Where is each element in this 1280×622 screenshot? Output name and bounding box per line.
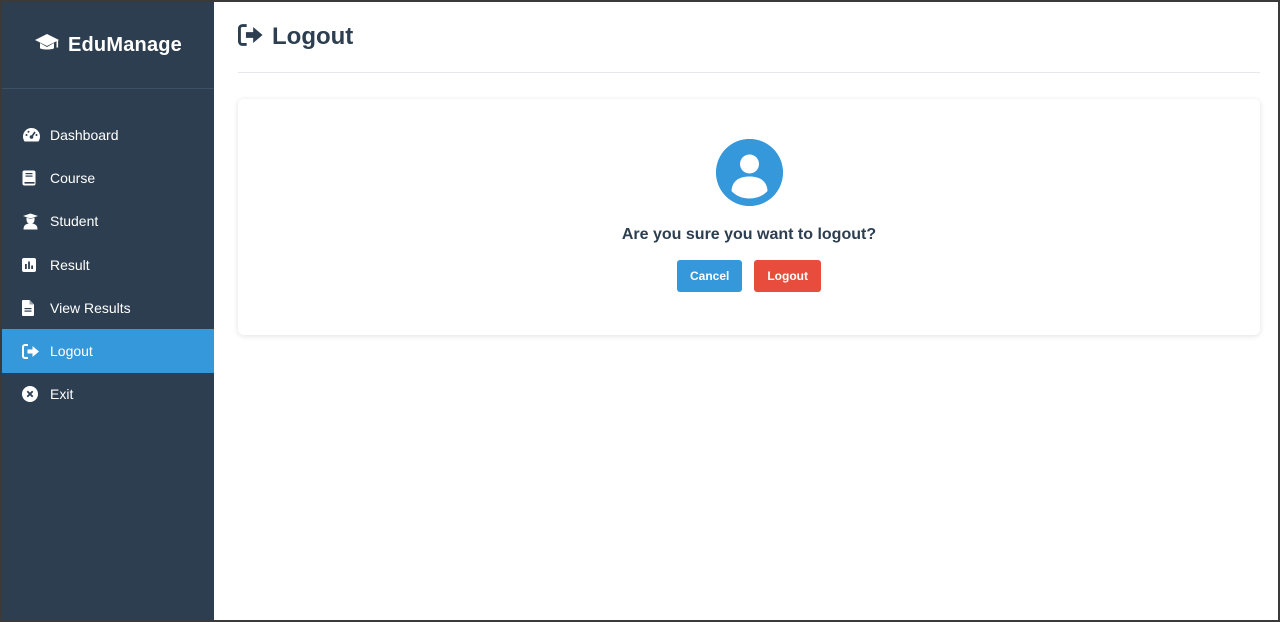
app-window: EduManage Dashboard Course Student Resul… [0, 0, 1280, 622]
sidebar-item-result[interactable]: Result [2, 243, 214, 286]
sidebar-item-label: Student [50, 213, 99, 230]
sidebar-item-logout[interactable]: Logout [2, 329, 214, 373]
sidebar-item-course[interactable]: Course [2, 156, 214, 199]
sidebar-item-label: Dashboard [50, 126, 119, 143]
user-circle-icon [715, 139, 783, 206]
sidebar-item-exit[interactable]: Exit [2, 373, 214, 416]
sidebar-item-label: Logout [50, 343, 93, 360]
cancel-button[interactable]: Cancel [676, 260, 743, 292]
graduation-cap-icon [34, 33, 60, 58]
sidebar-item-label: Exit [50, 386, 74, 403]
logout-question: Are you sure you want to logout? [621, 226, 877, 243]
sidebar-item-label: View Results [50, 299, 131, 316]
student-icon [22, 213, 42, 230]
sign-out-icon [238, 23, 264, 51]
brand-name: EduManage [67, 33, 183, 56]
book-icon [22, 170, 42, 186]
dashboard-gauge-icon [22, 127, 42, 143]
document-icon [22, 299, 42, 316]
sidebar-item-student[interactable]: Student [2, 200, 214, 243]
page-header: Logout [238, 2, 1260, 73]
bar-chart-icon [22, 257, 42, 272]
sidebar-nav: Dashboard Course Student Result View Res… [2, 89, 214, 416]
main-content: Logout Are you sure you want to logout? … [214, 2, 1278, 620]
brand[interactable]: EduManage [2, 2, 214, 89]
logout-button[interactable]: Logout [754, 260, 821, 292]
sidebar: EduManage Dashboard Course Student Resul… [2, 2, 214, 620]
sidebar-item-view-results[interactable]: View Results [2, 286, 214, 329]
sidebar-item-dashboard[interactable]: Dashboard [2, 113, 214, 156]
sign-out-icon [22, 343, 42, 359]
sidebar-item-label: Result [50, 256, 90, 273]
page-title: Logout [272, 23, 354, 50]
close-circle-icon [22, 386, 42, 403]
logout-confirm-card: Are you sure you want to logout? Cancel … [238, 99, 1260, 335]
dialog-actions: Cancel Logout [676, 260, 821, 292]
sidebar-item-label: Course [50, 169, 96, 186]
